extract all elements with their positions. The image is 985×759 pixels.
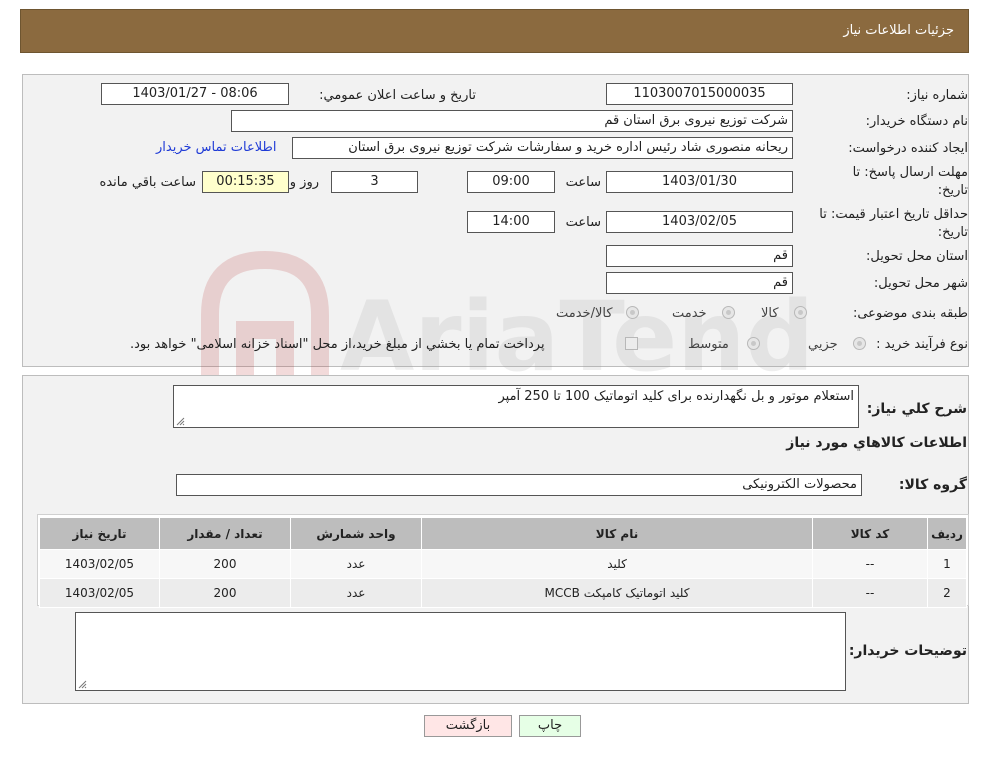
cell-qty: 200 (159, 578, 291, 608)
deadline-hour-label: ساعت (565, 175, 601, 190)
category-service-label: خدمت (672, 306, 707, 321)
buyer-contact-link[interactable]: اطلاعات تماس خريدار (156, 140, 276, 155)
category-label: طبقه بندی موضوعی: (852, 306, 968, 321)
announce-date-field: 1403/01/27 - 08:06 (101, 83, 289, 105)
col-date-header: تاريخ نياز (39, 517, 160, 550)
category-service-radio[interactable] (722, 306, 735, 319)
goods-group-field: محصولات الکترونیکی (176, 474, 862, 496)
buyer-org-field: شرکت توزیع نیروی برق استان قم (231, 110, 793, 132)
cell-qty: 200 (159, 549, 291, 579)
deadline-label: مهلت ارسال پاسخ: تا (852, 165, 968, 180)
process-medium-radio[interactable] (747, 337, 760, 350)
buyer-notes-label: توضيحات خريدار: (848, 643, 967, 659)
cell-name: کلید اتوماتیک کامپکت MCCB (421, 578, 813, 608)
remaining-days-field: 3 (331, 171, 418, 193)
cell-date: 1403/02/05 (39, 578, 160, 608)
print-button[interactable]: چاپ (519, 715, 581, 737)
remaining-days-label: روز و (289, 175, 319, 190)
delivery-province-field: قم (606, 245, 793, 267)
cell-row: 2 (927, 578, 967, 608)
back-button[interactable]: بازگشت (424, 715, 512, 737)
category-goods-service-radio[interactable] (626, 306, 639, 319)
remaining-time-field: 00:15:35 (202, 171, 289, 193)
price-validity-hour-label: ساعت (565, 215, 601, 230)
cell-code: -- (812, 578, 928, 608)
cell-name: کلید (421, 549, 813, 579)
cell-date: 1403/02/05 (39, 549, 160, 579)
price-validity-label: حداقل تاريخ اعتبار قيمت: تا (819, 207, 968, 222)
page-header: جزئیات اطلاعات نیاز (20, 9, 969, 53)
resize-grip-icon[interactable] (176, 417, 185, 426)
treasury-checkbox[interactable] (625, 337, 638, 350)
delivery-province-label: استان محل تحويل: (866, 249, 968, 264)
col-unit-header: واحد شمارش (290, 517, 422, 550)
col-qty-header: تعداد / مقدار (159, 517, 291, 550)
deadline-label-date: تاريخ: (937, 183, 968, 198)
process-type-label: نوع فرآيند خريد : (876, 337, 968, 352)
col-name-header: نام کالا (421, 517, 813, 550)
col-code-header: کد کالا (812, 517, 928, 550)
description-text: استعلام موتور و بل نگهدارنده برای کلید ا… (498, 389, 854, 404)
delivery-city-field: قم (606, 272, 793, 294)
request-creator-label: ايجاد کننده درخواست: (848, 141, 968, 156)
category-goods-service-label: کالا/خدمت (556, 306, 613, 321)
items-table: رديف کد کالا نام کالا واحد شمارش تعداد /… (39, 517, 967, 608)
cell-unit: عدد (290, 578, 422, 608)
page-title: جزئیات اطلاعات نیاز (843, 23, 954, 38)
goods-group-label: گروه کالا: (898, 477, 967, 493)
category-goods-label: کالا (761, 306, 779, 321)
deadline-time-field: 09:00 (467, 171, 555, 193)
delivery-city-label: شهر محل تحويل: (873, 276, 968, 291)
buyer-org-label: نام دستگاه خريدار: (865, 114, 968, 129)
request-creator-field: ریحانه منصوری شاد رئیس اداره خرید و سفار… (292, 137, 793, 159)
process-medium-label: متوسط (688, 337, 729, 352)
cell-row: 1 (927, 549, 967, 579)
treasury-note: پرداخت تمام يا بخشي از مبلغ خريد،از محل … (130, 337, 545, 352)
buyer-notes-textarea[interactable] (75, 612, 846, 691)
price-validity-time-field: 14:00 (467, 211, 555, 233)
need-number-field: 1103007015000035 (606, 83, 793, 105)
description-textarea[interactable]: استعلام موتور و بل نگهدارنده برای کلید ا… (173, 385, 859, 428)
resize-grip-icon[interactable] (78, 680, 87, 689)
cell-unit: عدد (290, 549, 422, 579)
process-minor-label: جزيي (808, 337, 838, 352)
goods-section-heading: اطلاعات کالاهاي مورد نياز (786, 435, 967, 451)
table-row: 2 -- کلید اتوماتیک کامپکت MCCB عدد 200 1… (39, 578, 967, 608)
price-validity-date-field: 1403/02/05 (606, 211, 793, 233)
cell-code: -- (812, 549, 928, 579)
price-validity-label-date: تاريخ: (937, 225, 968, 240)
deadline-date-field: 1403/01/30 (606, 171, 793, 193)
need-number-label: شماره نیاز: (906, 88, 968, 103)
items-table-header: رديف کد کالا نام کالا واحد شمارش تعداد /… (39, 517, 967, 550)
table-row: 1 -- کلید عدد 200 1403/02/05 (39, 549, 967, 579)
category-goods-radio[interactable] (794, 306, 807, 319)
remaining-time-label: ساعت باقي مانده (99, 175, 196, 190)
description-label: شرح کلي نياز: (866, 401, 967, 417)
col-row-header: رديف (927, 517, 967, 550)
announce-date-label: تاریخ و ساعت اعلان عمومي: (319, 88, 476, 103)
process-minor-radio[interactable] (853, 337, 866, 350)
